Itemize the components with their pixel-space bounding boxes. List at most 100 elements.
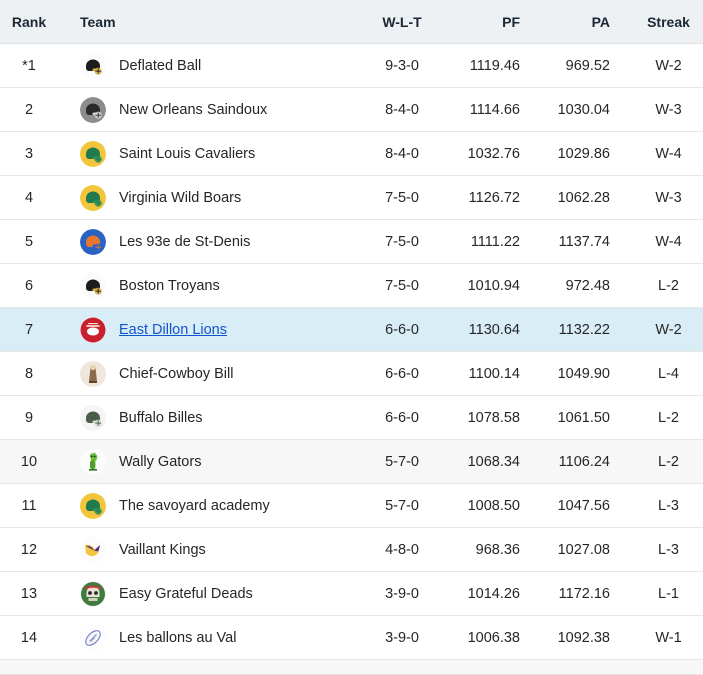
table-row[interactable]: 5 Les 93e de St-Denis 7-5-0 1111.22 1137.7… [0, 219, 703, 264]
cell-rank: 9 [0, 395, 68, 440]
column-header-pa[interactable]: PA [540, 0, 632, 44]
cell-streak: L-4 [632, 351, 703, 396]
table-row[interactable]: *1 Deflated Ball 9-3-0 1119.46 969.52 W-2 [0, 43, 703, 88]
cell-pf: 1068.34 [448, 439, 540, 484]
cell-rank: 3 [0, 131, 68, 176]
cell-team: East Dillon Lions [68, 307, 356, 352]
team-name: Les ballons au Val [119, 629, 237, 646]
cell-team: Chief-Cowboy Bill [68, 351, 356, 396]
column-header-pf[interactable]: PF [448, 0, 540, 44]
cell-pa: 1061.50 [540, 395, 632, 440]
gator-green-icon [80, 448, 106, 475]
cell-pa: 1137.74 [540, 219, 632, 264]
cell-rank: 14 [0, 615, 68, 660]
cell-streak: W-4 [632, 131, 703, 176]
cell-wlt: 6-6-0 [356, 395, 448, 440]
column-header-wlt[interactable]: W-L-T [356, 0, 448, 44]
cell-streak: L-1 [632, 571, 703, 616]
cell-wlt: 5-7-0 [356, 439, 448, 484]
cell-wlt: 8-4-0 [356, 87, 448, 132]
team-name: Wally Gators [119, 453, 202, 470]
cell-pf: 968.36 [448, 527, 540, 572]
team-name: Virginia Wild Boars [119, 189, 242, 206]
cell-pa: 1092.38 [540, 615, 632, 660]
cell-wlt: 7-5-0 [356, 175, 448, 220]
helmet-black-gold-icon [80, 272, 106, 299]
table-row[interactable]: 12 Vaillant Kings 4-8-0 968.36 1027.08 L-3 [0, 527, 703, 572]
cell-wlt: 8-4-0 [356, 131, 448, 176]
cell-streak: W-1 [632, 615, 703, 660]
cell-rank: 4 [0, 175, 68, 220]
cell-pf: 1014.26 [448, 571, 540, 616]
cell-streak: L-2 [632, 263, 703, 308]
team-name: Chief-Cowboy Bill [119, 365, 234, 382]
team-name: Les 93e de St-Denis [119, 233, 251, 250]
cell-wlt: 6-6-0 [356, 351, 448, 396]
table-row[interactable]: 7 East Dillon Lions 6-6-0 1130.64 1132.22 W… [0, 307, 703, 352]
cell-pf: 1126.72 [448, 175, 540, 220]
cell-pf: 1006.38 [448, 615, 540, 660]
helmet-silver-icon [80, 404, 106, 431]
table-row[interactable]: 3 Saint Louis Cavaliers 8-4-0 1032.76 1029… [0, 131, 703, 176]
header-row: Rank Team W-L-T PF PA Streak [0, 0, 703, 44]
football-white-icon [80, 624, 106, 651]
team-name: Saint Louis Cavaliers [119, 145, 256, 162]
table-row[interactable]: 13 Easy Grateful Deads 3-9-0 1014.26 117… [0, 571, 703, 616]
cell-pa: 972.48 [540, 263, 632, 308]
cell-team: Virginia Wild Boars [68, 175, 356, 220]
column-header-streak[interactable]: Streak [632, 0, 703, 44]
team-name: Vaillant Kings [119, 541, 206, 558]
viking-horn-icon [80, 536, 106, 563]
helmet-green-gold-icon [80, 492, 106, 519]
cell-rank: 6 [0, 263, 68, 308]
figure-tan-icon [80, 360, 106, 387]
cell-pa: 969.52 [540, 43, 632, 88]
cell-wlt: 6-6-0 [356, 307, 448, 352]
helmet-gray-icon [80, 96, 106, 123]
table-row[interactable]: 11 The savoyard academy 5-7-0 1008.50 1047… [0, 483, 703, 528]
column-header-rank[interactable]: Rank [0, 0, 68, 44]
cell-team: Deflated Ball [68, 43, 356, 88]
cell-rank: 10 [0, 439, 68, 484]
cell-pa: 1030.04 [540, 87, 632, 132]
cell-pa: 1106.24 [540, 439, 632, 484]
table-row[interactable]: 6 Boston Troyans 7-5-0 1010.94 972.48 L-2 [0, 263, 703, 308]
cell-wlt: 9-3-0 [356, 43, 448, 88]
helmet-blue-orange-icon [80, 228, 106, 255]
cell-wlt: 4-8-0 [356, 527, 448, 572]
cell-team: Vaillant Kings [68, 527, 356, 572]
cell-streak: W-3 [632, 87, 703, 132]
cell-team: Boston Troyans [68, 263, 356, 308]
table-row[interactable]: 4 Virginia Wild Boars 7-5-0 1126.72 1062.2… [0, 175, 703, 220]
cell-rank: 12 [0, 527, 68, 572]
team-name-link[interactable]: East Dillon Lions [119, 322, 227, 338]
table-row[interactable]: 2 New Orleans Saindoux 8-4-0 1114.66 1030.… [0, 87, 703, 132]
team-name: Boston Troyans [119, 277, 220, 294]
team-name: Buffalo Billes [119, 409, 203, 426]
cell-team: Saint Louis Cavaliers [68, 131, 356, 176]
cell-wlt: 5-7-0 [356, 483, 448, 528]
cell-team: The savoyard academy [68, 483, 356, 528]
cell-team: Easy Grateful Deads [68, 571, 356, 616]
team-name: The savoyard academy [119, 497, 270, 514]
cell-wlt: 7-5-0 [356, 263, 448, 308]
cell-pa: 1027.08 [540, 527, 632, 572]
cell-pf: 1078.58 [448, 395, 540, 440]
column-header-team[interactable]: Team [68, 0, 356, 44]
cell-wlt: 7-5-0 [356, 219, 448, 264]
table-header: Rank Team W-L-T PF PA Streak [0, 0, 703, 44]
cell-pa: 1047.56 [540, 483, 632, 528]
table-row[interactable]: 14 Les ballons au Val 3-9-0 1006.38 1092.3… [0, 615, 703, 660]
cell-rank: 5 [0, 219, 68, 264]
cell-streak: W-4 [632, 219, 703, 264]
standings-table: Rank Team W-L-T PF PA Streak *1 Deflated… [0, 0, 703, 660]
table-row[interactable]: 9 Buffalo Billes 6-6-0 1078.58 1061.50 L-2 [0, 395, 703, 440]
cell-pa: 1029.86 [540, 131, 632, 176]
cell-pa: 1132.22 [540, 307, 632, 352]
cell-rank: 8 [0, 351, 68, 396]
cell-pa: 1172.16 [540, 571, 632, 616]
table-row[interactable]: 8 Chief-Cowboy Bill 6-6-0 1100.14 1049.90 L… [0, 351, 703, 396]
badge-red-icon [80, 316, 106, 343]
team-name: New Orleans Saindoux [119, 101, 268, 118]
table-row[interactable]: 10 Wally Gators 5-7-0 1068.34 1106.24 L-2 [0, 439, 703, 484]
